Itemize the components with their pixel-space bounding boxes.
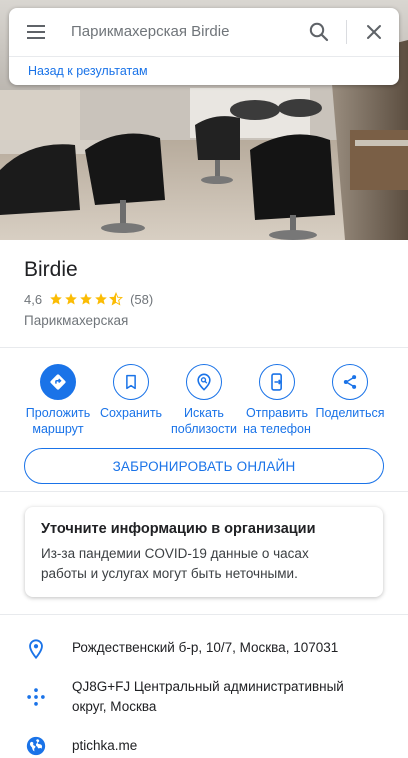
website-link[interactable]: ptichka.me (72, 736, 137, 756)
search-separator (9, 56, 399, 57)
plus-code-icon (27, 688, 45, 706)
send-to-phone-icon (259, 364, 295, 400)
rating-row[interactable]: 4,6 (58) (24, 291, 153, 307)
divider (0, 614, 408, 615)
directions-icon (40, 364, 76, 400)
address-text[interactable]: Рождественский б-р, 10/7, Москва, 107031 (72, 638, 338, 658)
book-online-button[interactable]: ЗАБРОНИРОВАТЬ ОНЛАЙН (24, 448, 384, 484)
save-button[interactable]: Сохранить (91, 364, 171, 421)
back-to-results-link[interactable]: Назад к результатам (28, 64, 148, 78)
share-button[interactable]: Поделиться (310, 364, 390, 421)
send-to-phone-button[interactable]: Отправить на телефон (237, 364, 317, 437)
share-label: Поделиться (315, 406, 385, 420)
rating-value: 4,6 (24, 291, 43, 307)
nearby-search-icon (186, 364, 222, 400)
review-count[interactable]: (58) (130, 292, 153, 307)
directions-label: Проложить маршрут (25, 406, 91, 436)
place-category[interactable]: Парикмахерская (24, 313, 128, 328)
close-icon[interactable] (362, 20, 386, 44)
send-to-phone-label: Отправить на телефон (243, 406, 311, 436)
location-pin-icon (29, 639, 43, 660)
half-star-icon (109, 292, 124, 306)
search-bar[interactable]: Парикмахерская Birdie (9, 8, 399, 56)
search-icon[interactable] (307, 20, 331, 44)
star-rating (49, 292, 124, 306)
search-card: Парикмахерская Birdie Назад к результата… (9, 8, 399, 85)
star-icon (80, 293, 92, 305)
divider (0, 491, 408, 492)
search-nearby-button[interactable]: Искать поблизости (164, 364, 244, 437)
directions-button[interactable]: Проложить маршрут (18, 364, 98, 437)
search-input[interactable]: Парикмахерская Birdie (71, 23, 229, 40)
star-icon (50, 293, 62, 305)
bookmark-icon (113, 364, 149, 400)
star-icon (65, 293, 77, 305)
save-label: Сохранить (99, 406, 163, 420)
covid-notice-card: Уточните информацию в организации Из-за … (25, 507, 383, 597)
search-divider (346, 20, 347, 44)
globe-icon (26, 736, 46, 756)
notice-title: Уточните информацию в организации (41, 521, 316, 537)
divider (0, 347, 408, 348)
star-icon (95, 293, 107, 305)
place-title: Birdie (24, 258, 78, 281)
menu-icon[interactable] (25, 22, 47, 42)
plus-code-text[interactable]: QJ8G+FJ Центральный административный окр… (72, 677, 344, 717)
search-nearby-label: Искать поблизости (170, 406, 238, 436)
notice-body: Из-за пандемии COVID-19 данные о часах р… (41, 546, 309, 581)
share-icon (332, 364, 368, 400)
